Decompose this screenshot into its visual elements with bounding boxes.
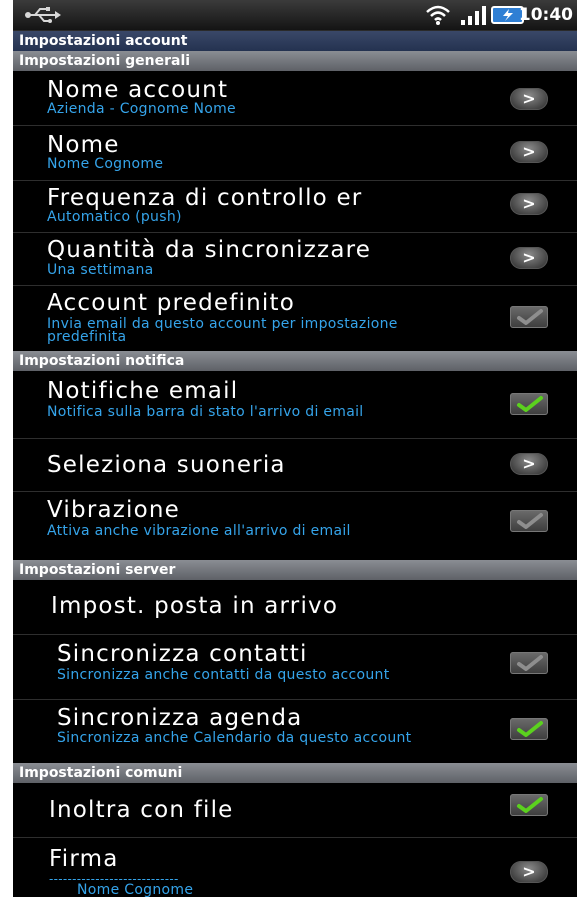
setting-subtitle: Azienda - Cognome Nome [47, 101, 236, 117]
section-header-comuni: Impostazioni comuni [13, 763, 577, 783]
setting-title: Inoltra con file [49, 797, 234, 823]
chevron-right-icon[interactable]: > [510, 453, 548, 475]
check-icon [517, 513, 543, 529]
usb-icon [25, 7, 61, 23]
setting-inoltra-con-file[interactable]: Inoltra con file [13, 783, 577, 838]
status-bar: 10:40 [13, 0, 577, 31]
setting-subtitle: Invia email da questo account per impost… [47, 316, 398, 345]
section-header-generali: Impostazioni generali [13, 51, 577, 71]
settings-screen: 10:40 Impostazioni account Impostazioni … [13, 0, 577, 897]
wifi-icon [426, 5, 450, 25]
setting-title: Sincronizza agenda [57, 705, 303, 731]
setting-sincronizza-contatti[interactable]: Sincronizza contatti Sincronizza anche c… [13, 635, 577, 700]
section-header-notifica: Impostazioni notifica [13, 351, 577, 371]
setting-firma[interactable]: Firma ---------------------------- Nome … [13, 838, 577, 897]
setting-title: Quantità da sincronizzare [47, 237, 372, 263]
setting-subtitle: Attiva anche vibrazione all'arrivo di em… [47, 523, 351, 539]
checkbox-sincronizza-contatti[interactable] [510, 652, 548, 674]
chevron-right-icon[interactable]: > [510, 193, 548, 215]
setting-title: Seleziona suoneria [47, 452, 286, 478]
check-icon [517, 655, 543, 671]
check-icon [517, 309, 543, 325]
setting-title: Notifiche email [47, 378, 239, 404]
setting-account-predefinito[interactable]: Account predefinito Invia email da quest… [13, 286, 577, 351]
chevron-right-icon[interactable]: > [510, 141, 548, 163]
check-icon [517, 797, 543, 813]
checkbox-sincronizza-agenda[interactable] [510, 718, 548, 740]
setting-subtitle: Notifica sulla barra di stato l'arrivo d… [47, 404, 364, 420]
page-title: Impostazioni account [13, 31, 577, 51]
setting-title: Account predefinito [47, 290, 295, 316]
setting-nome[interactable]: Nome Nome Cognome > [13, 126, 577, 181]
setting-title: Impost. posta in arrivo [51, 593, 339, 619]
chevron-right-icon[interactable]: > [510, 247, 548, 269]
setting-subtitle: Sincronizza anche contatti da questo acc… [57, 667, 390, 683]
setting-sincronizza-agenda[interactable]: Sincronizza agenda Sincronizza anche Cal… [13, 700, 577, 763]
setting-subtitle: Sincronizza anche Calendario da questo a… [57, 730, 412, 746]
checkbox-notifiche-email[interactable] [510, 393, 548, 415]
setting-nome-account[interactable]: Nome account Azienda - Cognome Nome > [13, 71, 577, 126]
checkbox-inoltra-con-file[interactable] [510, 794, 548, 816]
checkbox-account-predefinito[interactable] [510, 306, 548, 328]
section-header-server: Impostazioni server [13, 560, 577, 580]
setting-notifiche-email[interactable]: Notifiche email Notifica sulla barra di … [13, 371, 577, 439]
setting-subtitle: Nome Cognome [47, 156, 164, 172]
setting-title: Frequenza di controllo er [47, 185, 363, 211]
check-icon [517, 396, 543, 412]
setting-title: Nome account [47, 77, 229, 103]
chevron-right-icon[interactable]: > [510, 88, 548, 110]
checkbox-vibrazione[interactable] [510, 510, 548, 532]
setting-quantita[interactable]: Quantità da sincronizzare Una settimana … [13, 233, 577, 286]
setting-title: Vibrazione [47, 497, 181, 523]
setting-vibrazione[interactable]: Vibrazione Attiva anche vibrazione all'a… [13, 492, 577, 560]
signal-icon [461, 6, 486, 25]
chevron-right-icon[interactable]: > [510, 861, 548, 883]
setting-title: Sincronizza contatti [57, 641, 308, 667]
check-icon [517, 721, 543, 737]
setting-subtitle: Nome Cognome [77, 882, 194, 897]
setting-frequenza[interactable]: Frequenza di controllo er Automatico (pu… [13, 181, 577, 233]
setting-subtitle: Automatico (push) [47, 209, 182, 225]
setting-subtitle: Una settimana [47, 262, 154, 278]
status-clock: 10:40 [518, 5, 573, 25]
setting-title: Firma [49, 846, 119, 872]
setting-posta-in-arrivo[interactable]: Impost. posta in arrivo [13, 580, 577, 635]
setting-title: Nome [47, 132, 120, 158]
setting-seleziona-suoneria[interactable]: Seleziona suoneria > [13, 439, 577, 492]
